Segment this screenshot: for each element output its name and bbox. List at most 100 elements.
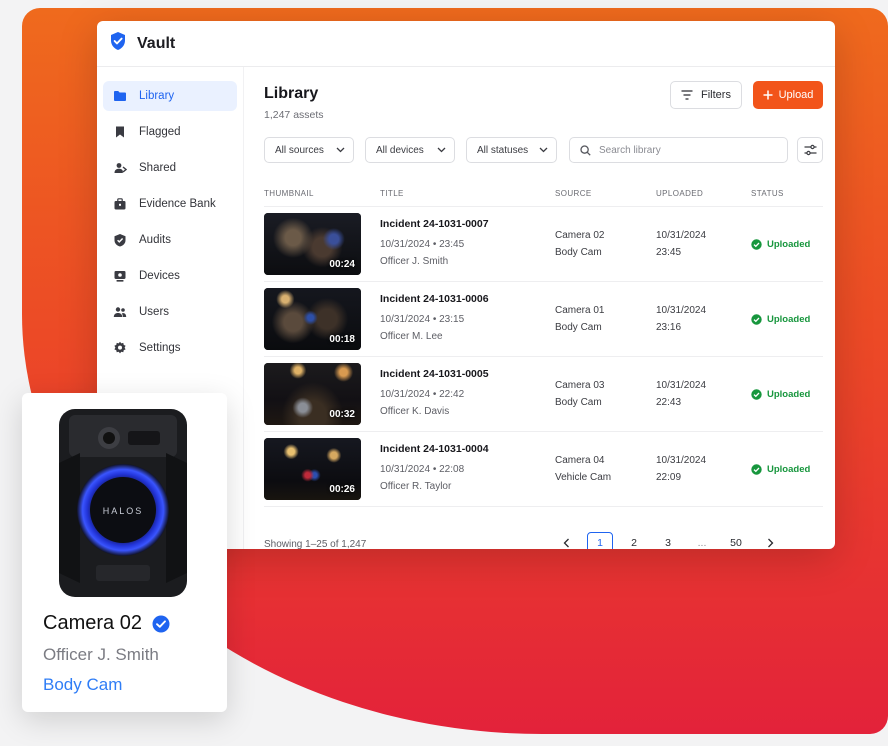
video-duration: 00:18 [329, 334, 355, 345]
table-row[interactable]: 00:18 Incident 24-1031-0006 10/31/2024 •… [264, 282, 823, 357]
page-button-2[interactable]: 2 [621, 532, 647, 549]
shield-logo-icon [109, 31, 127, 56]
source-camera-type: Vehicle Cam [555, 472, 612, 483]
check-circle-icon [751, 463, 762, 475]
upload-button-label: Upload [778, 89, 814, 101]
page-button-50[interactable]: 50 [723, 532, 749, 549]
source-select-value: All sources [275, 144, 324, 156]
verified-badge-icon [152, 615, 170, 632]
camera-card: HALOS Camera 02 Officer J. Smith Body Ca… [22, 393, 227, 712]
uploaded-time: 22:43 [656, 397, 682, 408]
video-duration: 00:32 [329, 409, 355, 420]
source-select[interactable]: All sources [264, 137, 354, 163]
sidebar-item-users[interactable]: Users [103, 297, 237, 327]
sidebar-item-flagged[interactable]: Flagged [103, 117, 237, 147]
header-status: STATUS [751, 189, 784, 198]
source-camera-type: Body Cam [555, 322, 602, 333]
video-thumbnail[interactable]: 00:24 [264, 213, 361, 275]
status-badge: Uploaded [751, 464, 823, 475]
video-thumbnail[interactable]: 00:32 [264, 363, 361, 425]
source-camera-type: Body Cam [555, 247, 602, 258]
assets-table: THUMBNAIL TITLE SOURCE UPLOADED STATUS 0… [264, 181, 823, 507]
incident-datetime: 10/31/2024 • 23:15 [380, 314, 465, 325]
filters-row: All sources All devices All statuses [264, 137, 823, 163]
incident-title[interactable]: Incident 24-1031-0007 [380, 218, 555, 230]
source-camera: Camera 02 [555, 230, 605, 241]
sidebar-item-shared[interactable]: Shared [103, 153, 237, 183]
status-label: Uploaded [767, 313, 811, 325]
prev-page-button[interactable] [553, 532, 579, 549]
page-button-1[interactable]: 1 [587, 532, 613, 549]
filters-button-label: Filters [701, 89, 731, 101]
search-input[interactable] [599, 144, 779, 156]
check-circle-icon [751, 388, 762, 400]
device-icon [114, 271, 126, 282]
sidebar-item-devices[interactable]: Devices [103, 261, 237, 291]
main-content: Library 1,247 assets Filters Upload All … [243, 67, 835, 549]
status-select[interactable]: All statuses [466, 137, 557, 163]
users-icon [113, 307, 127, 317]
header-thumbnail: THUMBNAIL [264, 189, 314, 198]
page-title: Library [264, 85, 319, 102]
source-camera-type: Body Cam [555, 397, 602, 408]
sidebar-item-label: Evidence Bank [139, 198, 216, 210]
incident-title[interactable]: Incident 24-1031-0005 [380, 368, 555, 380]
table-row[interactable]: 00:26 Incident 24-1031-0004 10/31/2024 •… [264, 432, 823, 507]
status-select-value: All statuses [477, 144, 529, 156]
folder-icon [114, 91, 126, 101]
source-camera: Camera 03 [555, 380, 605, 391]
uploaded-time: 23:45 [656, 247, 682, 258]
shield-icon [114, 234, 126, 247]
briefcase-icon [114, 198, 126, 210]
video-thumbnail[interactable]: 00:18 [264, 288, 361, 350]
sidebar-item-label: Devices [139, 270, 180, 282]
sidebar-item-label: Settings [139, 342, 181, 354]
uploaded-date: 10/31/2024 [656, 455, 707, 466]
incident-datetime: 10/31/2024 • 23:45 [380, 239, 465, 250]
status-label: Uploaded [767, 238, 811, 250]
table-header: THUMBNAIL TITLE SOURCE UPLOADED STATUS [264, 181, 823, 207]
camera-card-type: Body Cam [43, 675, 123, 694]
incident-datetime: 10/31/2024 • 22:08 [380, 464, 465, 475]
pagination: 1 2 3 ... 50 [553, 532, 783, 549]
pagination-bar: Showing 1–25 of 1,247 1 2 3 ... 50 [264, 529, 823, 549]
sidebar-item-label: Library [139, 90, 175, 102]
sidebar-item-audits[interactable]: Audits [103, 225, 237, 255]
camera-card-officer: Officer J. Smith [43, 645, 159, 664]
uploaded-date: 10/31/2024 [656, 305, 707, 316]
header-uploaded: UPLOADED [656, 189, 704, 198]
sidebar-item-settings[interactable]: Settings [103, 333, 237, 363]
video-thumbnail[interactable]: 00:26 [264, 438, 361, 500]
sidebar-item-label: Users [139, 306, 170, 318]
gear-icon [114, 341, 126, 354]
next-page-button[interactable] [757, 532, 783, 549]
camera-card-name: Camera 02 [43, 612, 142, 634]
device-select[interactable]: All devices [365, 137, 455, 163]
uploaded-time: 23:16 [656, 322, 682, 333]
incident-title[interactable]: Incident 24-1031-0006 [380, 293, 555, 305]
advanced-filters-button[interactable] [797, 137, 823, 163]
sidebar-item-evidence-bank[interactable]: Evidence Bank [103, 189, 237, 219]
filters-button[interactable]: Filters [670, 81, 742, 109]
status-badge: Uploaded [751, 314, 823, 325]
table-row[interactable]: 00:24 Incident 24-1031-0007 10/31/2024 •… [264, 207, 823, 282]
uploaded-date: 10/31/2024 [656, 230, 707, 241]
page-button-3[interactable]: 3 [655, 532, 681, 549]
stage: Vault Library Flagged Shared Evidence Ba… [0, 0, 888, 746]
device-select-value: All devices [376, 144, 424, 156]
table-row[interactable]: 00:32 Incident 24-1031-0005 10/31/2024 •… [264, 357, 823, 432]
app-name: Vault [137, 34, 176, 52]
source-camera: Camera 01 [555, 305, 605, 316]
incident-officer: Officer R. Taylor [380, 481, 452, 492]
incident-title[interactable]: Incident 24-1031-0004 [380, 443, 555, 455]
body-camera-image: HALOS [59, 409, 187, 597]
uploaded-time: 22:09 [656, 472, 682, 483]
incident-datetime: 10/31/2024 • 22:42 [380, 389, 465, 400]
upload-button[interactable]: Upload [753, 81, 823, 109]
showing-range: Showing 1–25 of 1,247 [264, 538, 367, 550]
titlebar: Vault [97, 21, 835, 67]
incident-officer: Officer K. Davis [380, 406, 450, 417]
sidebar-item-library[interactable]: Library [103, 81, 237, 111]
share-user-icon [114, 163, 127, 173]
sliders-icon [804, 144, 816, 156]
